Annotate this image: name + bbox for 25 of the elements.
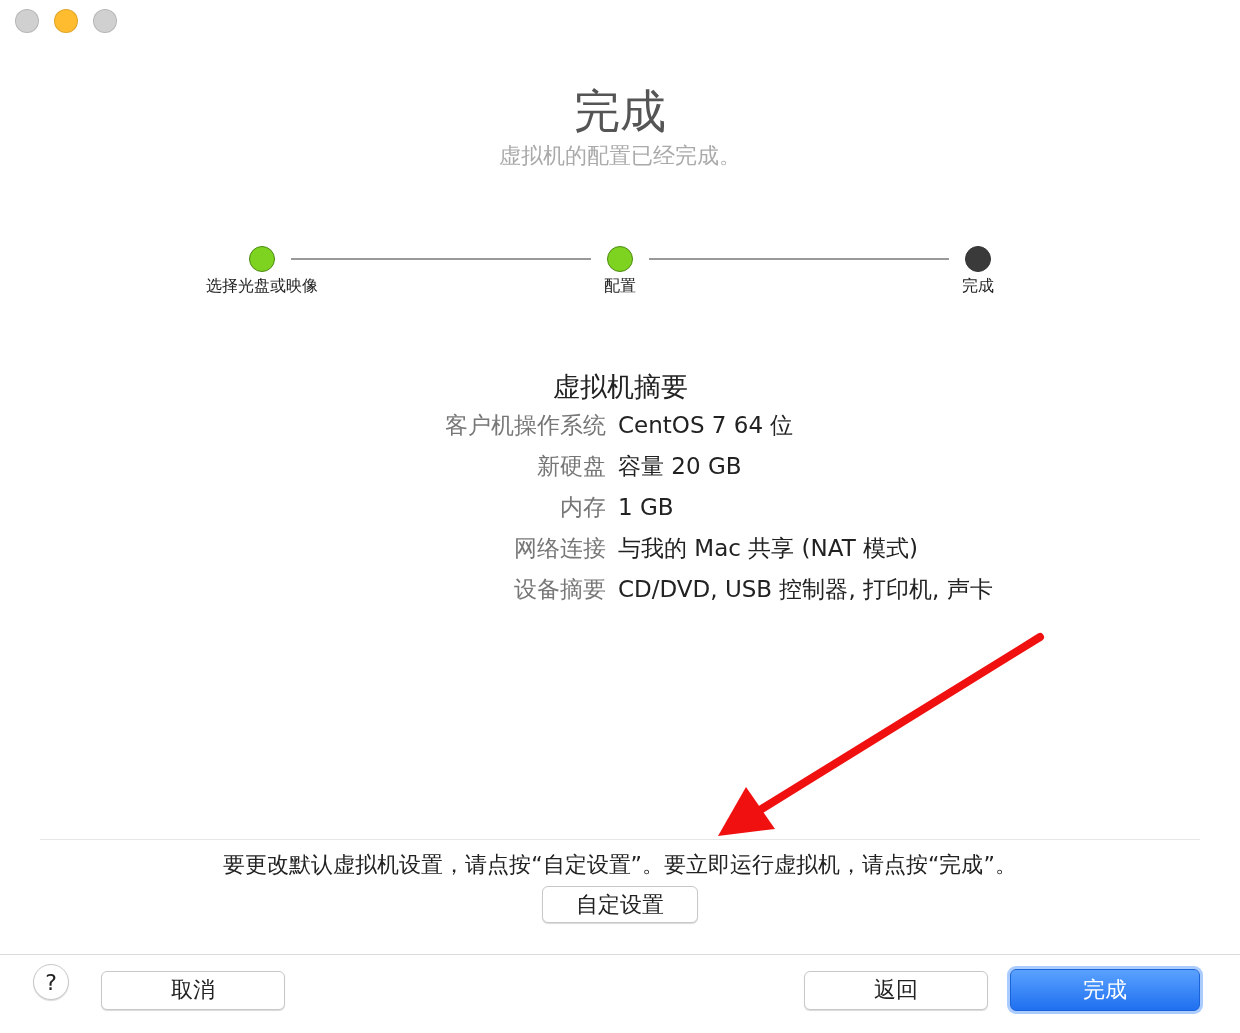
back-button[interactable]: 返回: [804, 970, 988, 1010]
summary-value: 1 GB: [618, 493, 675, 522]
summary-label: 客户机操作系统: [444, 411, 606, 440]
step-label: 配置: [604, 276, 636, 297]
step-label: 选择光盘或映像: [206, 276, 318, 297]
zoom-window-button[interactable]: [93, 9, 117, 33]
close-window-button[interactable]: [15, 9, 39, 33]
summary-label: 新硬盘: [536, 452, 606, 481]
instruction-text: 要更改默认虚拟机设置，请点按“自定设置”。要立即运行虚拟机，请点按“完成”。: [223, 851, 1017, 879]
page-title: 完成: [574, 83, 666, 140]
step-label: 完成: [962, 276, 994, 297]
summary-label: 内存: [559, 493, 606, 522]
finish-button[interactable]: 完成: [1010, 969, 1200, 1011]
summary-label: 设备摘要: [513, 575, 606, 604]
summary-value: CD/DVD, USB 控制器, 打印机, 声卡: [618, 575, 994, 604]
minimize-window-button[interactable]: [54, 9, 78, 33]
customize-button[interactable]: 自定设置: [542, 886, 698, 923]
help-button[interactable]: ?: [33, 964, 69, 1000]
summary-heading: 虚拟机摘要: [552, 370, 688, 404]
summary-value: 容量 20 GB: [618, 452, 743, 481]
summary-value: 与我的 Mac 共享 (NAT 模式): [618, 534, 919, 563]
summary-label: 网络连接: [513, 534, 606, 563]
cancel-button[interactable]: 取消: [101, 970, 285, 1010]
page-subtitle: 虚拟机的配置已经完成。: [499, 142, 741, 170]
summary-value: CentOS 7 64 位: [618, 411, 795, 440]
